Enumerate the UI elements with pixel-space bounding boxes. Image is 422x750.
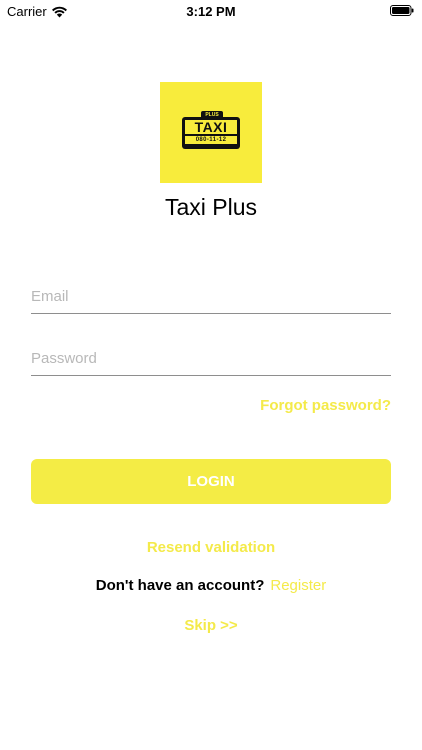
app-title: Taxi Plus [164,194,258,220]
register-link[interactable]: Register [270,577,326,594]
logo-plus-text: PLUS [201,110,223,119]
login-button[interactable]: LOGIN [31,459,391,504]
email-field[interactable] [31,280,391,314]
logo-phone-number: 080-11-12 [185,135,237,144]
resend-validation-link[interactable]: Resend validation [0,539,422,556]
skip-link[interactable]: Skip >> [0,617,422,634]
register-row: Don't have an account? Register [0,577,422,594]
status-bar: Carrier 3:12 PM [0,0,422,22]
taxi-sign-graphic: PLUS TAXI 080-11-12 [182,110,240,149]
app-logo: PLUS TAXI 080-11-12 [160,82,262,183]
battery-icon [390,5,414,16]
logo-taxi-text: TAXI [185,119,237,134]
forgot-password-link[interactable]: Forgot password? [260,397,391,414]
register-prompt: Don't have an account? [95,577,265,594]
password-field[interactable] [31,342,391,376]
login-screen: Carrier 3:12 PM PLUS TAXI 080-11-12 Taxi… [0,0,422,750]
status-time: 3:12 PM [186,4,236,19]
